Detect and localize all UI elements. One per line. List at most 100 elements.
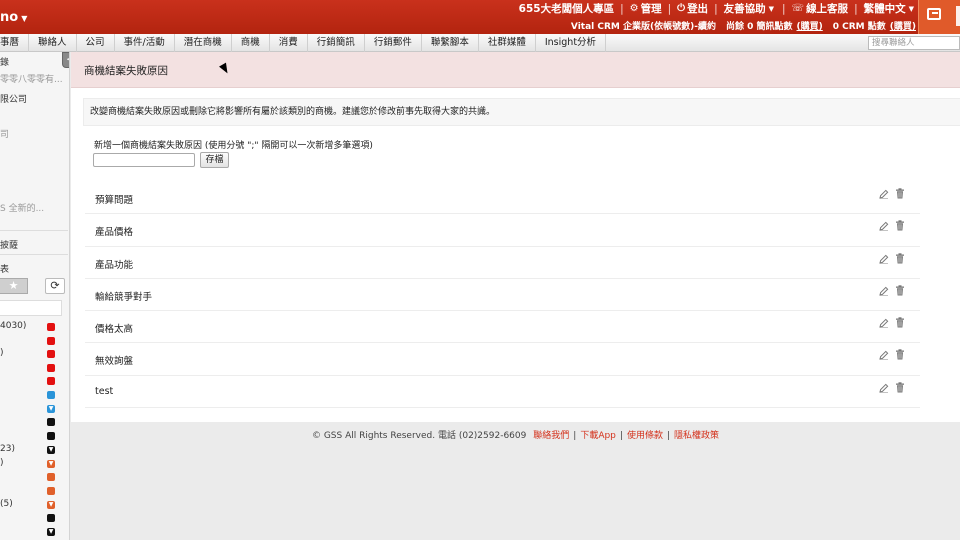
sidebar-filter-input[interactable] <box>0 300 62 316</box>
nav-item[interactable]: 聯絡人 <box>29 34 77 52</box>
dropdown-marker: ▼ <box>47 405 55 413</box>
nav-item[interactable]: 聯繫腳本 <box>422 34 479 52</box>
contact-search-input[interactable]: 搜尋聯絡人 <box>868 36 960 50</box>
edit-icon[interactable] <box>879 350 889 361</box>
edit-icon[interactable] <box>879 383 889 393</box>
trash-icon[interactable] <box>895 220 905 231</box>
sidebar-item[interactable]: 司 <box>0 127 9 140</box>
sidebar-item[interactable]: S 全新的... <box>0 201 44 214</box>
reason-row: 產品價格 <box>85 214 920 247</box>
nav-item[interactable]: 事曆 <box>0 34 30 52</box>
edit-icon[interactable] <box>879 254 889 264</box>
copyright-text: © GSS All Rights Reserved. 電話 (02)2592-6… <box>311 431 527 441</box>
trash-icon[interactable] <box>895 382 905 393</box>
main-content: 商機結案失敗原因 改變商機結案失敗原因或刪除它將影響所有屬於該類別的商機。建議您… <box>71 52 960 422</box>
sidebar-item[interactable]: 零零八零零有... <box>0 72 63 85</box>
download-app-link[interactable]: 下載App <box>580 431 616 441</box>
online-service-link[interactable]: 線上客服 <box>806 1 848 16</box>
footer: © GSS All Rights Reserved. 電話 (02)2592-6… <box>71 422 960 450</box>
trash-icon[interactable] <box>895 349 905 360</box>
nav-item[interactable]: Insight分析 <box>536 34 607 52</box>
status-marker <box>47 487 55 495</box>
status-marker <box>47 432 55 440</box>
crm-points-text: 0 CRM 點數 <box>832 22 886 32</box>
edit-icon[interactable] <box>879 318 889 328</box>
reason-label: 輸給競爭對手 <box>95 291 153 303</box>
status-marker <box>47 377 55 385</box>
brand-menu[interactable]: no ▼ <box>0 10 27 25</box>
collapse-sidebar-tab[interactable]: < <box>62 52 69 68</box>
reason-row: 預算問題 <box>85 182 920 215</box>
trash-icon[interactable] <box>895 285 905 296</box>
star-icon[interactable]: ★ <box>0 278 28 294</box>
separator: | <box>620 2 624 15</box>
list-item[interactable]: ) <box>0 458 4 468</box>
nav-item[interactable]: 事件/活動 <box>115 34 175 52</box>
warning-description: 改變商機結案失敗原因或刪除它將影響所有屬於該類別的商機。建議您於修改前事先取得大… <box>83 98 960 126</box>
terms-link[interactable]: 使用條款 <box>627 431 663 441</box>
nav-item[interactable]: 行銷郵件 <box>365 34 422 52</box>
trash-icon[interactable] <box>895 317 905 328</box>
manage-link[interactable]: 管理 <box>641 1 662 16</box>
reason-label: test <box>95 385 114 397</box>
reason-row: 無效詢盤 <box>85 343 920 376</box>
nav-item[interactable]: 社群媒體 <box>479 34 536 52</box>
separator: | <box>854 2 858 15</box>
list-item[interactable]: ) <box>0 348 4 358</box>
main-nav: 事曆 聯絡人 公司 事件/活動 潛在商機 商機 消費 行銷簡訊 行銷郵件 聯繫腳本 社群媒體 Insi… <box>0 34 960 52</box>
page-title: 商機結案失敗原因 <box>84 65 168 77</box>
side-panel-icon <box>956 6 960 26</box>
add-reason-input[interactable] <box>93 153 195 167</box>
save-button[interactable]: 存檔 <box>200 152 229 168</box>
buy-sms-link[interactable]: (購買) <box>797 19 823 32</box>
list-item[interactable]: (5) <box>0 499 13 509</box>
brand-label: no <box>0 10 19 25</box>
status-marker <box>47 514 55 522</box>
nav-item[interactable]: 行銷簡訊 <box>308 34 365 52</box>
edit-icon[interactable] <box>879 189 889 199</box>
status-marker <box>47 473 55 481</box>
language-menu[interactable]: 繁體中文 <box>864 1 906 16</box>
sidebar-item[interactable]: 披薩 <box>0 238 18 251</box>
help-menu[interactable]: 友善協助 <box>724 1 766 16</box>
org-name-link[interactable]: 655大老闆個人專區 <box>519 1 614 16</box>
status-marker <box>47 391 55 399</box>
privacy-link[interactable]: 隱私權政策 <box>674 431 719 441</box>
edit-icon[interactable] <box>879 221 889 232</box>
sidebar-item[interactable]: 錄 <box>0 55 9 68</box>
divider <box>0 230 68 231</box>
status-marker <box>47 418 55 426</box>
edit-icon[interactable] <box>879 286 889 296</box>
divider <box>0 254 68 255</box>
reason-row: test <box>85 376 920 409</box>
nav-item[interactable]: 消費 <box>270 34 308 52</box>
separator: | <box>667 2 672 15</box>
contact-us-link[interactable]: 聯絡我們 <box>533 431 569 441</box>
dropdown-marker: ▼ <box>47 501 55 509</box>
list-item[interactable]: 4030) <box>0 321 26 331</box>
nav-item[interactable]: 公司 <box>77 34 115 52</box>
buy-crm-link[interactable]: (購買) <box>890 19 916 32</box>
reason-label: 產品價格 <box>95 227 134 239</box>
nav-item[interactable]: 潛在商機 <box>175 34 232 52</box>
separator: | <box>714 2 718 15</box>
reason-row: 輸給競爭對手 <box>85 279 920 312</box>
caret-down-icon: ▼ <box>908 4 914 13</box>
reason-label: 預算問題 <box>95 195 134 206</box>
nav-item[interactable]: 商機 <box>232 34 270 52</box>
page-header: 商機結案失敗原因 <box>71 52 960 88</box>
status-marker <box>47 350 55 358</box>
refresh-icon[interactable]: ⟳ <box>45 278 65 294</box>
list-item[interactable]: 23) <box>0 444 15 454</box>
separator: | <box>619 431 623 441</box>
sidebar-item[interactable]: 限公司 <box>0 92 27 105</box>
trash-icon[interactable] <box>895 252 905 264</box>
plan-text: Vital CRM 企業版(依帳號數)-續約 <box>570 22 716 32</box>
logout-link[interactable]: 登出 <box>687 1 708 16</box>
caret-down-icon: ▼ <box>768 4 774 13</box>
trash-icon[interactable] <box>895 188 905 199</box>
separator: | <box>666 431 671 441</box>
quick-action-button[interactable] <box>918 0 960 34</box>
dropdown-marker: ▼ <box>47 446 55 454</box>
plan-info: Vital CRM 企業版(依帳號數)-續約 尚餘 0 簡訊點數 (購買) 0 … <box>571 19 916 32</box>
